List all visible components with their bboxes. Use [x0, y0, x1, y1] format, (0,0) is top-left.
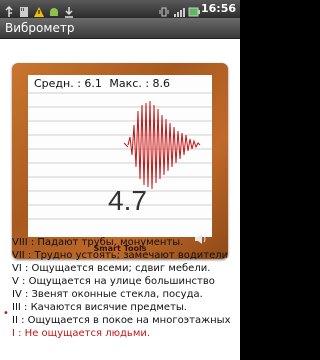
scale-level: V : Ощущается на улице большинство	[12, 276, 215, 287]
current-reading: 4.7	[108, 185, 147, 216]
scale-level: IV : Звенят оконные стекла, посуда.	[12, 289, 203, 300]
scale-level: II : Ощущается в покое на многоэтажных	[12, 315, 231, 326]
status-bar: 16:56	[0, 0, 240, 18]
scale-level-current: I : Не ощущается людьми.	[12, 328, 151, 339]
usb-icon	[3, 3, 15, 17]
warning-icon	[33, 3, 45, 17]
current-level-marker: •	[3, 308, 9, 319]
scale-level: VII : Трудно устоять; замечают водители	[12, 250, 229, 261]
signal-icon	[173, 3, 185, 17]
status-time: 16:56	[200, 2, 236, 15]
title-bar: Виброметр	[0, 18, 240, 39]
meter-stats: Средн. : 6.1 Макс. : 8.6	[34, 77, 174, 90]
meter-frame: Средн. : 6.1 Макс. : 8.6 4.7 Smart Tools	[12, 63, 228, 259]
app-content: Средн. : 6.1 Макс. : 8.6 4.7 Smart Tools…	[0, 39, 240, 360]
android-icon	[48, 3, 60, 16]
app-title: Виброметр	[5, 21, 75, 35]
sd-card-icon	[18, 3, 30, 17]
meter-paper: Средн. : 6.1 Макс. : 8.6 4.7	[28, 75, 212, 237]
scale-level: VI : Ощущается всеми; сдвиг мебели.	[12, 263, 211, 274]
scale-level: III : Качаются висячие предметы.	[12, 302, 187, 313]
download-icon	[63, 3, 75, 18]
vibrate-icon	[158, 3, 170, 17]
max-value: Макс. : 8.6	[109, 77, 171, 90]
scale-level: VIII : Падают трубы, монументы.	[12, 237, 184, 248]
intensity-scale-list: VIII : Падают трубы, монументы. VII : Тр…	[12, 237, 240, 341]
battery-icon	[188, 3, 200, 17]
average-value: Средн. : 6.1	[34, 77, 102, 90]
